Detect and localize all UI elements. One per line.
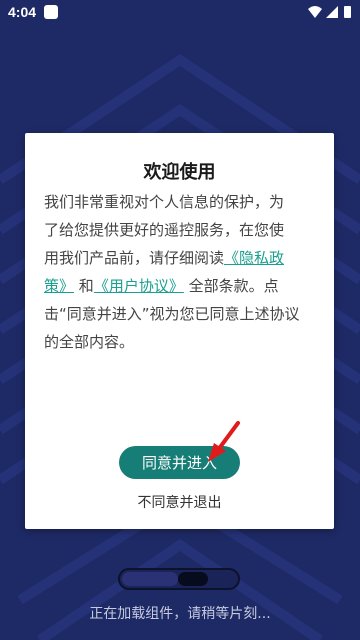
loading-progress-bar — [118, 568, 240, 590]
body-line-6: 的全部内容。 — [44, 333, 135, 351]
body-line-1: 我们非常重视对个人信息的保护，为 — [44, 193, 285, 211]
progress-knob — [177, 572, 208, 586]
user-agreement-link[interactable]: 《用户协议》 — [94, 277, 184, 295]
wifi-icon — [308, 6, 322, 18]
body-and-text: 和 — [78, 277, 94, 295]
body-line-3-text: 用我们产品前，请仔细阅读 — [44, 249, 225, 267]
privacy-policy-link[interactable]: 《隐私政 — [224, 249, 284, 267]
dialog-title: 欢迎使用 — [143, 162, 216, 183]
body-line-2: 了给您提供更好的遥控服务，在您使 — [44, 221, 285, 239]
body-line-5: 击“同意并进入”视为您已同意上述协议 — [44, 305, 300, 323]
loading-text: 正在加载组件，请稍等片刻... — [89, 606, 271, 622]
body-line-4: 策》 和《用户协议》 全部条款。点 — [44, 272, 320, 300]
status-bar: 4:04 — [0, 0, 360, 24]
progress-fill — [122, 572, 178, 586]
privacy-dialog: 欢迎使用 我们非常重视对个人信息的保护，为 了给您提供更好的遥控服务，在您使 用… — [25, 133, 334, 529]
arrow-pointer-icon — [208, 421, 240, 462]
body-after-links: 全部条款。点 — [188, 277, 279, 295]
signal-icon — [326, 6, 338, 18]
body-line-3: 用我们产品前，请仔细阅读《隐私政 — [44, 244, 320, 272]
notification-icon — [44, 5, 58, 19]
dialog-body: 我们非常重视对个人信息的保护，为 了给您提供更好的遥控服务，在您使 用我们产品前… — [44, 188, 320, 356]
status-time: 4:04 — [8, 4, 37, 20]
status-icons — [308, 6, 351, 18]
privacy-policy-link-cont[interactable]: 策》 — [44, 277, 74, 295]
battery-icon — [344, 6, 351, 18]
disagree-exit-link[interactable]: 不同意并退出 — [25, 492, 334, 512]
